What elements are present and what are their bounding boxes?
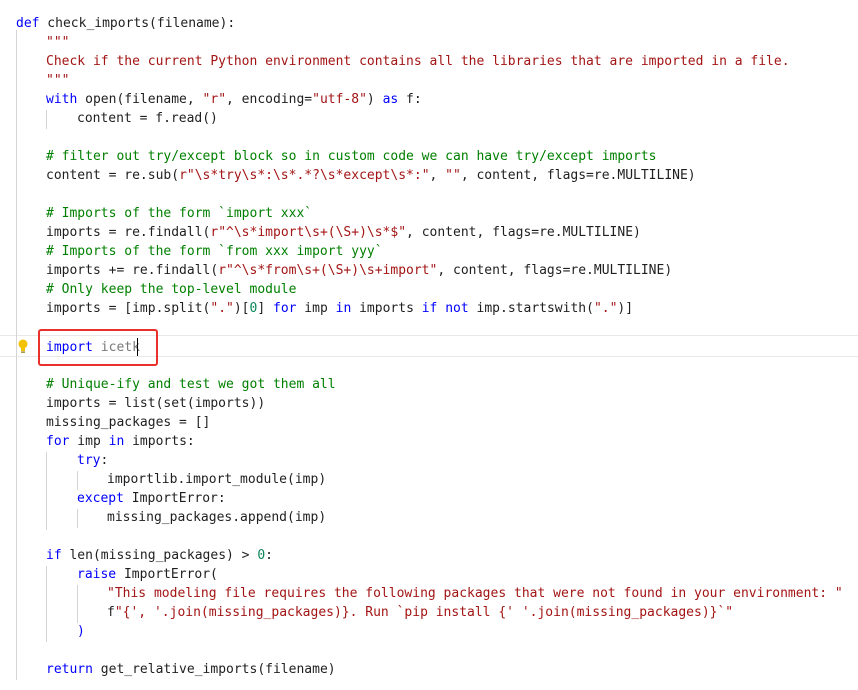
code-editor[interactable]: def check_imports(filename): """ Check i… <box>0 0 858 690</box>
code-line-5: with open(filename, "r", encoding="utf-8… <box>46 92 422 107</box>
code-line-1: def check_imports(filename): <box>16 16 236 31</box>
code-line-13: # Imports of the form `from xxx import y… <box>46 244 383 259</box>
lightbulb-icon[interactable] <box>16 338 30 354</box>
code-line-23: for imp in imports: <box>46 434 195 449</box>
code-line-31: "This modeling file requires the followi… <box>107 586 843 601</box>
code-line-25: importlib.import_module(imp) <box>107 472 327 487</box>
code-line-8: # filter out try/except block so in cust… <box>46 149 657 164</box>
indent-guide <box>46 110 47 129</box>
code-line-12: imports = re.findall(r"^\s*import\s+(\S+… <box>46 225 641 240</box>
indent-guide <box>77 509 78 528</box>
code-line-2: """ <box>46 35 70 50</box>
code-line-32: f"{', '.join(missing_packages)}. Run `pi… <box>107 605 734 620</box>
code-line-33: ) <box>77 624 85 639</box>
indent-guide <box>77 585 78 623</box>
code-line-3: Check if the current Python environment … <box>46 54 790 69</box>
code-line-35: return get_relative_imports(filename) <box>46 662 336 677</box>
code-line-9: content = re.sub(r"\s*try\s*:\s*.*?\s*ex… <box>46 168 696 183</box>
code-line-21: imports = list(set(imports)) <box>46 396 266 411</box>
indent-guide <box>16 30 17 680</box>
indent-guide <box>46 566 47 642</box>
code-line-14: imports += re.findall(r"^\s*from\s+(\S+)… <box>46 263 673 278</box>
code-line-11: # Imports of the form `import xxx` <box>46 206 313 221</box>
code-line-29: if len(missing_packages) > 0: <box>46 548 273 563</box>
code-line-24: try: <box>77 453 109 468</box>
code-line-30: raise ImportError( <box>77 567 218 582</box>
indent-guide <box>46 452 47 530</box>
indent-guide <box>77 471 78 490</box>
highlight-box <box>38 329 158 366</box>
code-line-16: imports = [imp.split(".")[0] for imp in … <box>46 301 634 316</box>
code-line-22: missing_packages = [] <box>46 415 211 430</box>
code-line-4: """ <box>46 73 70 88</box>
code-line-27: missing_packages.append(imp) <box>107 510 327 525</box>
code-line-15: # Only keep the top-level module <box>46 282 297 297</box>
code-line-6: content = f.read() <box>77 111 218 126</box>
code-line-20: # Unique-ify and test we got them all <box>46 377 336 392</box>
code-line-26: except ImportError: <box>77 491 226 506</box>
